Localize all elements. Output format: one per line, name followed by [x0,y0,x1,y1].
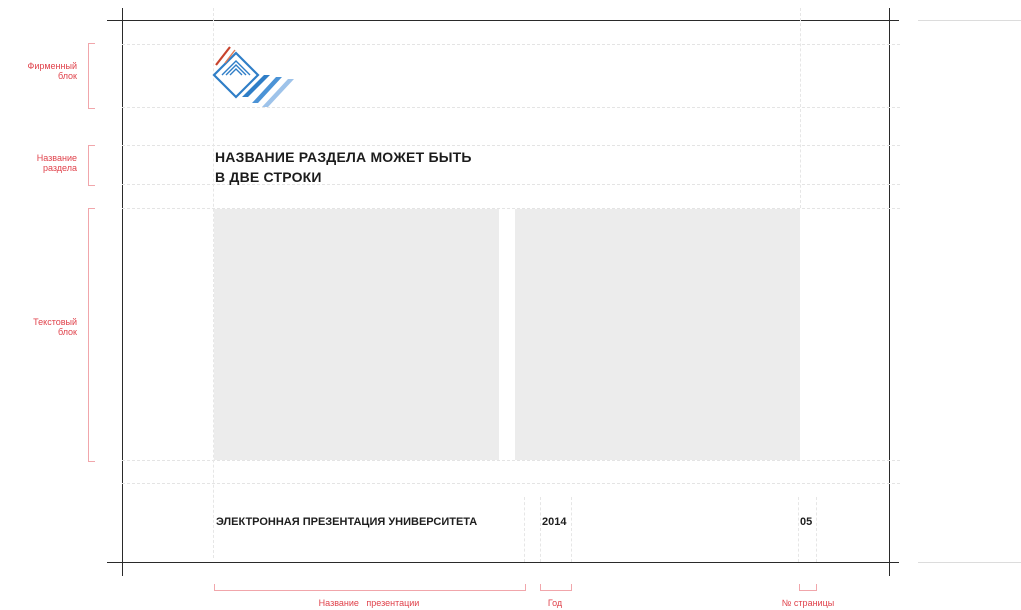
label-brand-block-line1: Фирменный [27,61,77,71]
crop-line-bottom [107,562,899,563]
label-brand-block-line2: блок [57,71,77,81]
guide-year-start [540,497,541,562]
footer-page-number: 05 [800,516,813,528]
footer-year: 2014 [542,516,567,528]
label-text-block-line1: Текстовый [33,317,77,327]
label-presentation-name: Название презентации [318,598,420,608]
section-title: НАЗВАНИЕ РАЗДЕЛА МОЖЕТ БЫТЬ В ДВЕ СТРОКИ [215,147,575,187]
crop-line-left [122,8,123,576]
section-title-line2: В ДВЕ СТРОКИ [215,169,322,185]
section-title-line1: НАЗВАНИЕ РАЗДЕЛА МОЖЕТ БЫТЬ [215,149,472,165]
crop-extension-top [918,20,1021,21]
crop-line-right [889,8,890,576]
guide-right-margin [800,8,801,208]
label-page-number: № страницы [781,598,835,608]
bracket-brand-block [88,43,95,109]
guide-year-end [571,497,572,562]
crop-extension-bottom [918,562,1021,563]
content-placeholder-left [214,209,499,460]
bracket-presentation-name [214,584,526,591]
bracket-text-block [88,208,95,462]
label-text-block-line2: блок [57,327,77,337]
crop-line-top [107,20,899,21]
label-section-name: Название раздела [20,153,77,173]
label-section-name-line2: раздела [42,163,77,173]
guide-brand-bottom [122,107,900,108]
label-section-name-line1: Название [36,153,77,163]
content-placeholder-right [515,209,800,460]
guide-page-end [816,497,817,562]
guide-name-end [524,497,525,562]
guide-page-start [798,497,799,562]
guide-footer-top [122,483,900,484]
bracket-page-number [799,584,817,591]
bracket-year [540,584,572,591]
label-year: Год [547,598,563,608]
footer-presentation-name: ЭЛЕКТРОННАЯ ПРЕЗЕНТАЦИЯ УНИВЕРСИТЕТА [216,516,478,528]
guide-title-top [122,145,900,146]
label-text-block: Текстовый блок [20,317,77,337]
label-brand-block: Фирменный блок [20,61,77,81]
bracket-section-name [88,145,95,186]
university-logo [212,46,294,107]
guide-text-bottom [122,460,900,461]
